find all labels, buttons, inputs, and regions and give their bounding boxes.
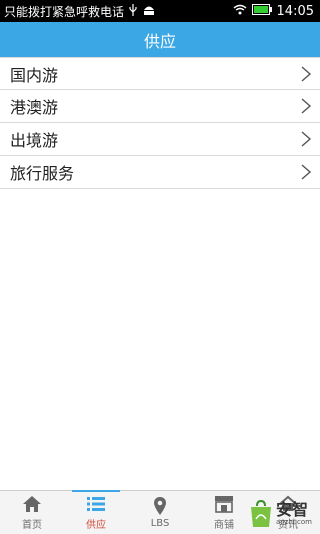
- status-time: 14:05: [276, 3, 314, 19]
- usb-icon: [128, 3, 138, 19]
- status-left: 只能拨打紧急呼救电话: [0, 3, 233, 20]
- nav-label: 商铺: [214, 520, 234, 531]
- title-bar: 供应: [0, 22, 320, 57]
- list-item-label: 出境游: [10, 131, 59, 150]
- list-item-label: 港澳游: [10, 98, 59, 117]
- nav-label: 供应: [86, 520, 106, 531]
- home-icon: [23, 496, 41, 512]
- page-title: 供应: [143, 31, 176, 51]
- wifi-icon: [233, 4, 247, 18]
- battery-icon: [251, 4, 272, 18]
- shopping-bag-icon: [251, 499, 271, 527]
- active-indicator: [72, 490, 120, 492]
- list-item-hk-macau[interactable]: 港澳游: [0, 90, 320, 123]
- status-bar: 只能拨打紧急呼救电话 14:05: [0, 0, 320, 22]
- nav-item-shop[interactable]: 商铺: [192, 491, 256, 534]
- carrier-text: 只能拨打紧急呼救电话: [4, 4, 125, 19]
- list-item-outbound[interactable]: 出境游: [0, 123, 320, 156]
- nav-item-home[interactable]: 首页: [0, 491, 64, 534]
- chevron-right-icon: [301, 65, 312, 82]
- chevron-right-icon: [301, 98, 312, 114]
- nav-item-lbs[interactable]: LBS: [128, 491, 192, 534]
- list-icon: [87, 497, 105, 511]
- nav-item-supply[interactable]: 供应: [64, 490, 128, 534]
- shop-icon: [215, 496, 233, 513]
- nav-label: LBS: [150, 518, 170, 529]
- watermark-sub: anzhi.com: [276, 518, 312, 526]
- list-item-label: 旅行服务: [10, 164, 75, 183]
- list-item-travel-services[interactable]: 旅行服务: [0, 156, 320, 189]
- chevron-right-icon: [301, 131, 312, 147]
- nav-label: 首页: [22, 520, 42, 531]
- list-item-label: 国内游: [10, 65, 59, 85]
- list-item-domestic[interactable]: 国内游: [0, 57, 320, 90]
- location-pin-icon: [154, 497, 166, 515]
- category-list: 国内游 港澳游 出境游 旅行服务: [0, 57, 320, 189]
- chevron-right-icon: [301, 164, 312, 180]
- android-icon: [142, 4, 156, 19]
- app-screen: 只能拨打紧急呼救电话 14:05 供应 国内游 港澳游 出境游 旅行服务 首页 …: [0, 0, 320, 534]
- watermark-text: 安智 anzhi.com: [276, 502, 312, 526]
- status-right: 14:05: [233, 4, 320, 19]
- watermark-main: 安智: [276, 500, 309, 519]
- anzhi-watermark: 安智 anzhi.com: [248, 495, 318, 533]
